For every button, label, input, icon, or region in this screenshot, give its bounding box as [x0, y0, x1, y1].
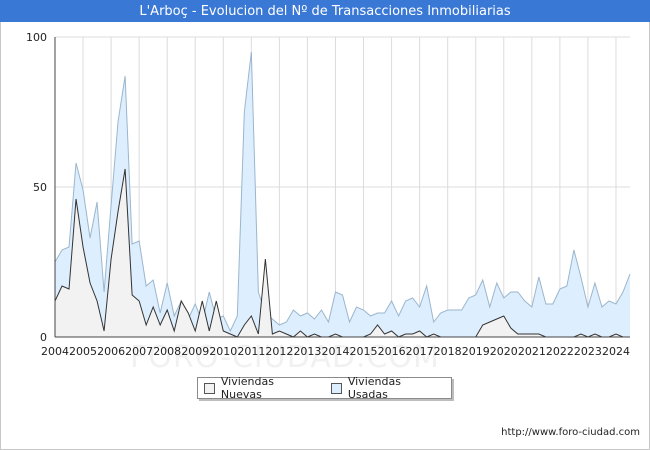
- x-tick-label-2009: 2009: [181, 345, 209, 358]
- legend-swatch-usadas: [330, 382, 342, 394]
- legend-item-nuevas: Viviendas Nuevas: [204, 375, 317, 401]
- x-tick-label-2012: 2012: [265, 345, 293, 358]
- x-tick-label-2008: 2008: [153, 345, 181, 358]
- x-tick-label-2006: 2006: [97, 345, 125, 358]
- x-tick-label-2024: 2024: [602, 345, 630, 358]
- x-tick-label-2005: 2005: [69, 345, 97, 358]
- legend-label-nuevas: Viviendas Nuevas: [220, 375, 274, 401]
- x-tick-label-2004: 2004: [41, 345, 69, 358]
- x-tick-label-2021: 2021: [518, 345, 546, 358]
- x-tick-label-2007: 2007: [125, 345, 153, 358]
- y-tick-label-100: 100: [26, 31, 47, 44]
- legend-label-usadas: Viviendas Usadas: [347, 375, 401, 401]
- legend-item-usadas: Viviendas Usadas: [330, 375, 443, 401]
- x-tick-label-2023: 2023: [574, 345, 602, 358]
- y-tick-label-50: 50: [33, 181, 47, 194]
- x-tick-label-2016: 2016: [378, 345, 406, 358]
- y-tick-label-0: 0: [40, 331, 47, 344]
- x-tick-label-2018: 2018: [434, 345, 462, 358]
- legend: Viviendas Nuevas Viviendas Usadas: [197, 375, 452, 401]
- x-tick-label-2013: 2013: [293, 345, 321, 358]
- x-tick-label-2020: 2020: [490, 345, 518, 358]
- x-tick-label-2010: 2010: [209, 345, 237, 358]
- x-tick-label-2011: 2011: [237, 345, 265, 358]
- x-tick-label-2022: 2022: [546, 345, 574, 358]
- legend-swatch-nuevas: [204, 382, 215, 394]
- x-tick-label-2017: 2017: [406, 345, 434, 358]
- source-credit: http://www.foro-ciudad.com: [501, 427, 640, 438]
- x-tick-label-2014: 2014: [321, 345, 349, 358]
- x-tick-label-2019: 2019: [462, 345, 490, 358]
- x-tick-label-2015: 2015: [350, 345, 378, 358]
